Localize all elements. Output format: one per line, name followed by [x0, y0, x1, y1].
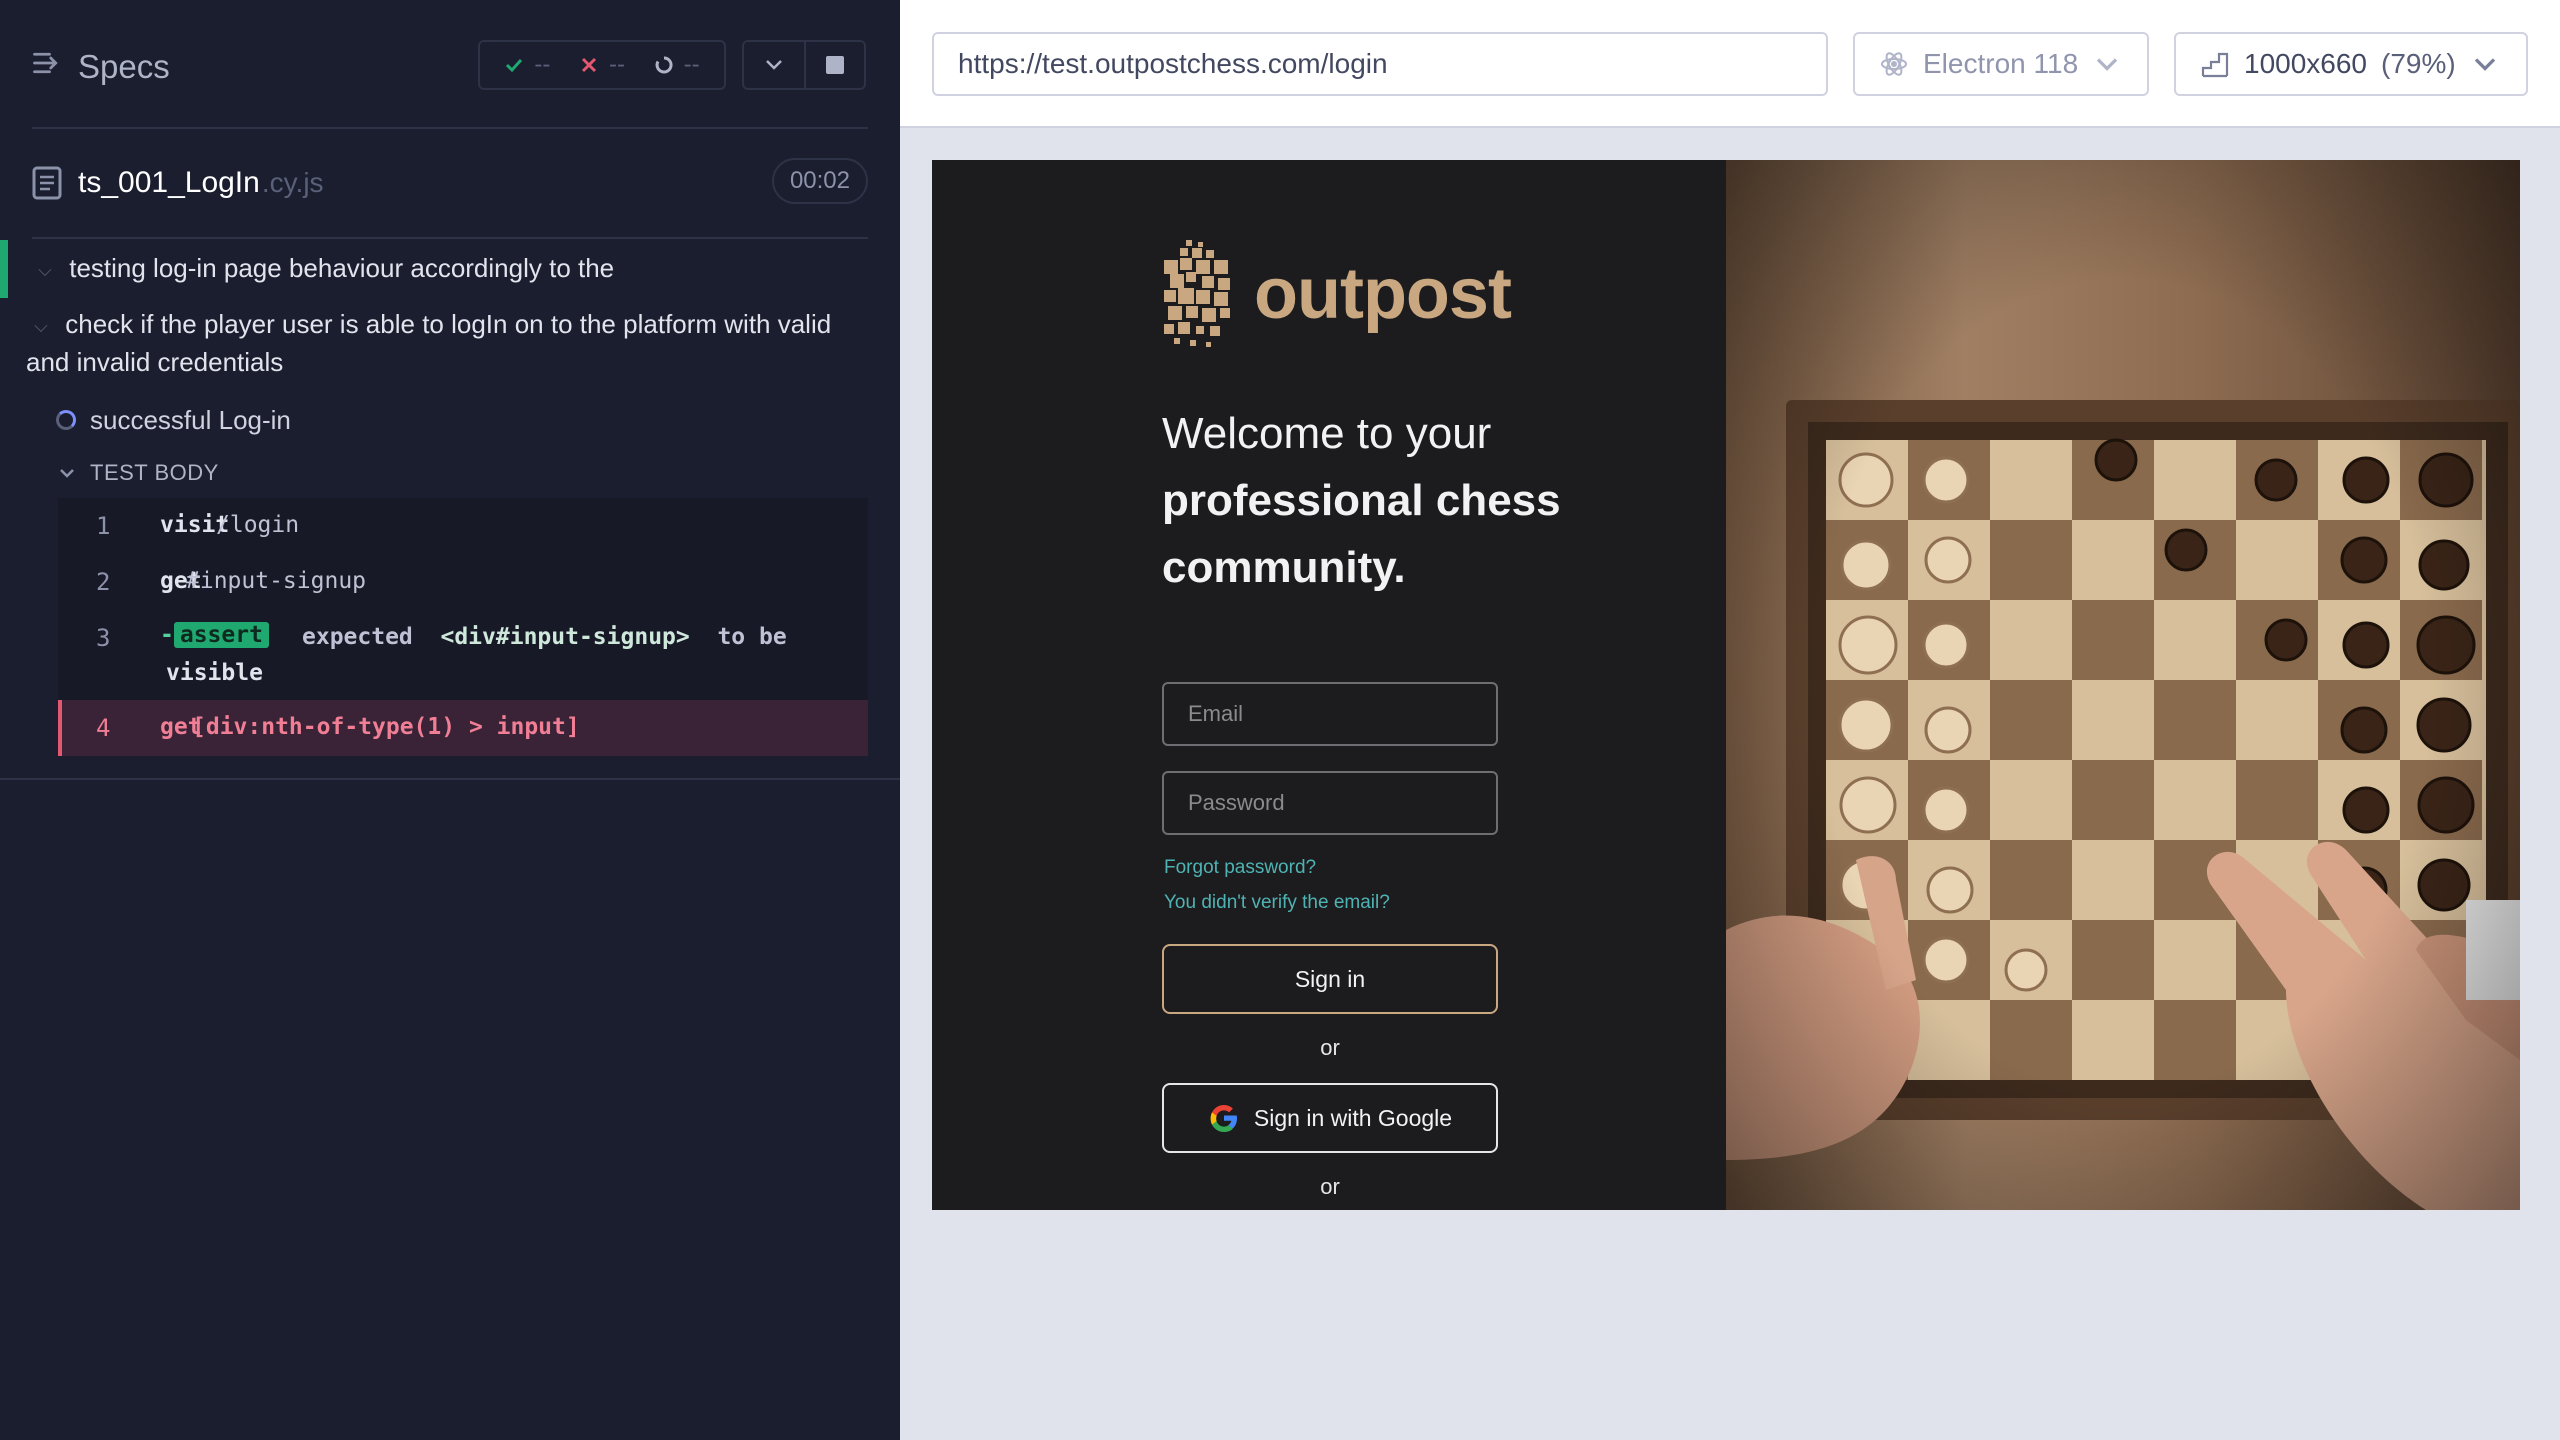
pending-stat: --: [654, 51, 700, 79]
google-icon: [1210, 1105, 1237, 1132]
chevron-down-icon: ⌵: [38, 260, 52, 281]
viewport-selector[interactable]: 1000x660 (79%): [2174, 32, 2528, 96]
spec-name: ts_001_LogIn: [78, 166, 260, 199]
email-field[interactable]: Email: [1162, 682, 1498, 746]
aut-panel: https://test.outpostchess.com/login Elec…: [900, 0, 2560, 1440]
chevron-down-icon: [766, 60, 782, 70]
brand: outpost: [1162, 238, 1512, 350]
chevron-down-icon: [60, 469, 74, 478]
command-row-assert[interactable]: 3 - assert expected <div#input-signup> to…: [58, 610, 868, 698]
stop-button[interactable]: [804, 42, 864, 88]
command-message: expected <div#input-signup> to be: [302, 624, 787, 650]
chessboard-image: [1726, 160, 2520, 1210]
failed-count: --: [608, 51, 625, 78]
google-sign-in-label: Sign in with Google: [1253, 1104, 1453, 1131]
test-body-toggle[interactable]: TEST BODY: [58, 456, 219, 490]
test-item[interactable]: successful Log-in: [56, 400, 291, 440]
reporter-bottom-divider: [0, 778, 900, 780]
assert-label: assert: [173, 622, 269, 648]
or-separator-2: or: [1320, 1174, 1340, 1199]
reporter-panel: Specs -- -- -- ts_001_LogIn .cy.js 00:02…: [0, 0, 900, 1440]
browser-selector[interactable]: Electron 118: [1853, 32, 2149, 96]
specs-title: Specs: [78, 48, 170, 85]
verify-email-link[interactable]: You didn't verify the email?: [1164, 892, 1390, 914]
spec-extension: .cy.js: [261, 167, 324, 198]
command-number: 4: [96, 714, 111, 742]
assert-wrap: visible: [166, 660, 263, 686]
command-number: 2: [96, 568, 111, 596]
command-message: [div:nth-of-type(1) > input]: [192, 714, 580, 740]
spec-file: ts_001_LogIn .cy.js: [32, 166, 324, 200]
spec-divider: [32, 237, 868, 239]
login-panel: outpost Welcome to your professional che…: [932, 160, 1726, 1210]
spec-file-row[interactable]: ts_001_LogIn .cy.js 00:02: [32, 158, 868, 208]
ruler-icon: [2201, 52, 2229, 78]
welcome-line-1: Welcome to your: [1162, 409, 1492, 458]
command-row[interactable]: 2 get #input-signup: [58, 554, 868, 610]
command-log: 1 visit /login 2 get #input-signup 3 - as…: [58, 498, 868, 756]
forgot-password-link[interactable]: Forgot password?: [1164, 857, 1316, 879]
command-row[interactable]: 1 visit /login: [58, 498, 868, 554]
assert-subject: <div#input-signup>: [440, 624, 690, 650]
failed-stat: --: [579, 51, 625, 79]
command-row-pending[interactable]: 4 get [div:nth-of-type(1) > input]: [58, 700, 868, 756]
suite-label-1: testing log-in page behaviour accordingl…: [69, 253, 615, 283]
test-body-label: TEST BODY: [90, 460, 219, 485]
test-title: successful Log-in: [90, 404, 291, 435]
viewport-size: 1000x660: [2244, 48, 2368, 79]
google-sign-in-button[interactable]: Sign in with Google: [1162, 1083, 1498, 1153]
command-number: 1: [96, 512, 111, 540]
chevron-down-icon: [2096, 58, 2118, 71]
command-message: /login: [216, 512, 300, 538]
outpost-logo-icon: [1164, 240, 1230, 347]
passed-count: --: [534, 51, 551, 78]
viewport-scale: (79%): [2381, 48, 2456, 79]
electron-icon: [1881, 52, 1907, 76]
pending-count: --: [683, 51, 700, 78]
run-controls: [742, 40, 866, 90]
check-icon: [506, 58, 523, 73]
assert-tail: to be: [717, 624, 787, 650]
password-field[interactable]: Password: [1162, 771, 1498, 835]
running-spinner-icon: [56, 410, 76, 430]
reporter-header: Specs -- -- --: [0, 0, 900, 130]
aut-toolbar: https://test.outpostchess.com/login Elec…: [900, 0, 2560, 128]
specs-list-icon: [32, 48, 62, 86]
pending-icon: [655, 56, 673, 74]
welcome-line-2: professional chess: [1162, 476, 1561, 525]
header-divider: [32, 127, 868, 129]
test-stats: -- -- --: [478, 40, 726, 90]
expand-button[interactable]: [744, 42, 804, 88]
sign-in-button[interactable]: Sign in: [1162, 944, 1498, 1014]
url-bar[interactable]: https://test.outpostchess.com/login: [932, 32, 1828, 96]
suite-title-1[interactable]: ⌵ testing log-in page behaviour accordin…: [0, 250, 900, 288]
passed-stat: --: [504, 51, 550, 79]
sign-in-label: Sign in: [1294, 965, 1366, 992]
command-number: 3: [96, 624, 111, 652]
chessboard-photo: [1726, 160, 2520, 1210]
assert-expected: expected: [302, 624, 413, 650]
stop-icon: [826, 56, 844, 74]
file-icon: [32, 166, 62, 200]
suite-label-2: check if the player user is able to logI…: [26, 309, 832, 378]
welcome-line-3: community.: [1162, 543, 1406, 592]
chevron-down-icon: [2474, 58, 2495, 71]
browser-label: Electron 118: [1923, 48, 2079, 79]
command-message: #input-signup: [186, 568, 367, 594]
x-icon: [581, 57, 597, 73]
or-separator: or: [1320, 1035, 1340, 1060]
specs-toggle[interactable]: Specs: [32, 42, 170, 92]
suite-title-2[interactable]: ⌵ check if the player user is able to lo…: [0, 306, 850, 380]
spec-duration: 00:02: [771, 158, 868, 204]
app-iframe: outpost Welcome to your professional che…: [932, 160, 2520, 1210]
brand-name: outpost: [1254, 254, 1512, 334]
chevron-down-icon: ⌵: [34, 316, 48, 337]
welcome-heading: Welcome to your professional chess commu…: [1162, 400, 1582, 601]
assert-badge: - assert: [160, 622, 269, 648]
